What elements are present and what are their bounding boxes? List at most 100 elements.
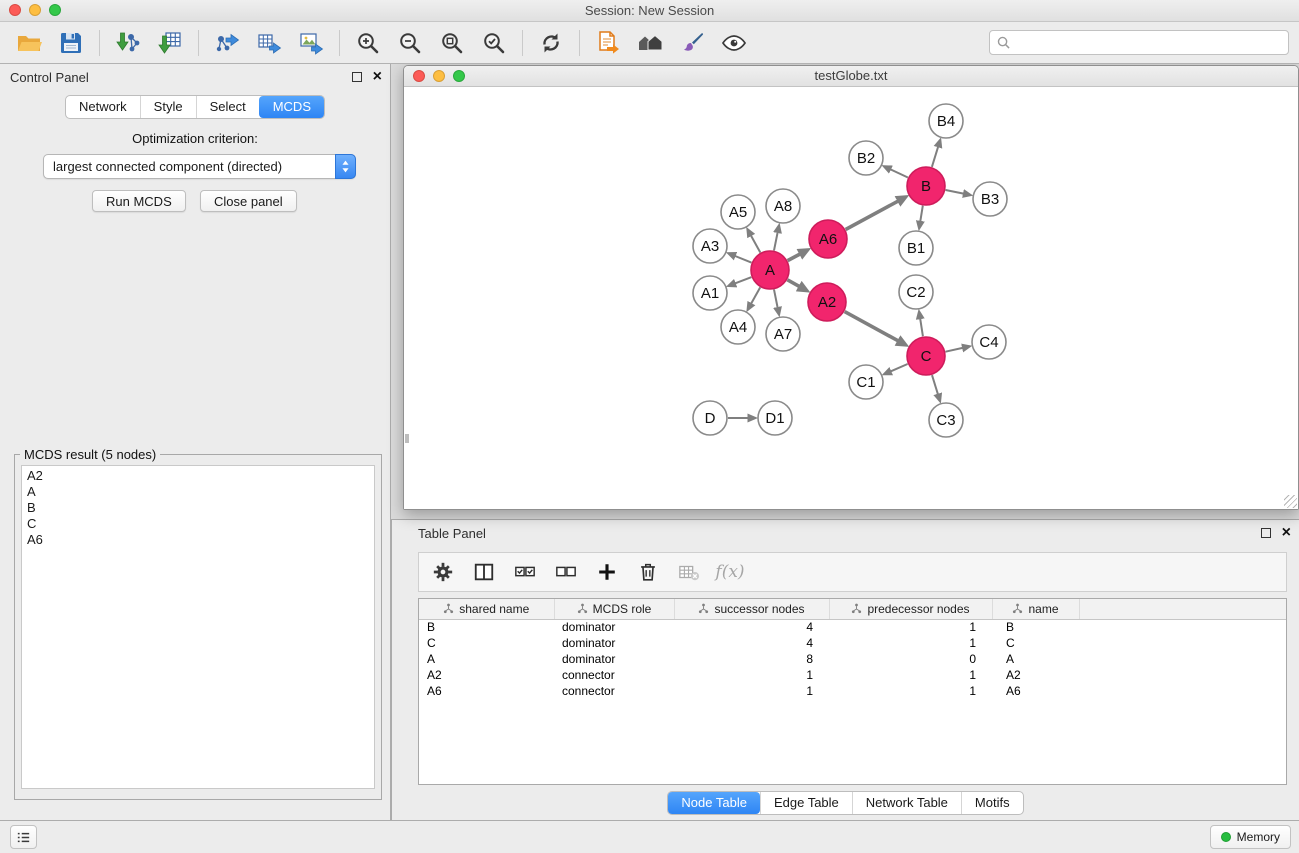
edge-B-B3[interactable] (946, 190, 964, 194)
edge-A2-C[interactable] (845, 312, 898, 341)
edge-A-A2[interactable] (787, 280, 799, 287)
deselect-all-button[interactable] (548, 556, 584, 588)
table-cell[interactable]: 4 (674, 635, 829, 651)
column-header[interactable]: shared name (419, 599, 554, 619)
edge-C-C1[interactable] (891, 364, 908, 371)
edge-A-A7[interactable] (774, 290, 778, 308)
export-network-button[interactable] (206, 24, 248, 62)
table-cell[interactable]: dominator (554, 635, 674, 651)
table-row[interactable]: A6connector11A6 (419, 683, 1286, 699)
network-close-button[interactable] (413, 70, 425, 82)
tab-edge-table[interactable]: Edge Table (760, 792, 852, 814)
toggle-details-button[interactable] (713, 24, 755, 62)
node-A4[interactable]: A4 (721, 310, 755, 344)
table-cell[interactable]: B (992, 619, 1079, 635)
node-C1[interactable]: C1 (849, 365, 883, 399)
tab-node-table[interactable]: Node Table (668, 792, 760, 814)
node-B[interactable]: B (907, 167, 945, 205)
edge-A-A3[interactable] (735, 256, 751, 263)
edge-A6-B[interactable] (846, 201, 898, 229)
table-cell[interactable]: dominator (554, 651, 674, 667)
mcds-result-item[interactable]: A2 (22, 468, 374, 484)
table-cell[interactable]: A2 (419, 667, 554, 683)
node-C[interactable]: C (907, 337, 945, 375)
node-A5[interactable]: A5 (721, 195, 755, 229)
search-box[interactable] (989, 30, 1289, 55)
network-window-titlebar[interactable]: testGlobe.txt (404, 66, 1298, 87)
close-window-button[interactable] (9, 4, 21, 16)
mcds-result-item[interactable]: B (22, 500, 374, 516)
table-cell[interactable]: 1 (674, 667, 829, 683)
table-cell[interactable]: A2 (992, 667, 1079, 683)
tab-style[interactable]: Style (140, 96, 196, 118)
mcds-result-item[interactable]: C (22, 516, 374, 532)
resize-grip[interactable] (1284, 495, 1297, 508)
node-D1[interactable]: D1 (758, 401, 792, 435)
memory-button[interactable]: Memory (1210, 825, 1291, 849)
table-cell[interactable]: A6 (992, 683, 1079, 699)
node-B2[interactable]: B2 (849, 141, 883, 175)
network-zoom-button[interactable] (453, 70, 465, 82)
table-cell[interactable]: 0 (829, 651, 992, 667)
search-input[interactable] (1015, 35, 1281, 50)
node-B3[interactable]: B3 (973, 182, 1007, 216)
edge-B-B2[interactable] (891, 169, 908, 177)
table-row[interactable]: Adominator80A (419, 651, 1286, 667)
column-header[interactable]: name (992, 599, 1079, 619)
table-cell[interactable]: 1 (674, 683, 829, 699)
tab-mcds[interactable]: MCDS (259, 96, 324, 118)
edge-A-A4[interactable] (751, 287, 760, 303)
table-row[interactable]: A2connector11A2 (419, 667, 1286, 683)
node-C4[interactable]: C4 (972, 325, 1006, 359)
add-row-button[interactable] (589, 556, 625, 588)
tab-network-table[interactable]: Network Table (852, 792, 961, 814)
minimize-window-button[interactable] (29, 4, 41, 16)
import-network-button[interactable] (107, 24, 149, 62)
table-cell[interactable]: A (992, 651, 1079, 667)
task-history-button[interactable] (10, 825, 37, 849)
node-A7[interactable]: A7 (766, 317, 800, 351)
edge-A-A8[interactable] (774, 233, 778, 251)
delete-row-button[interactable] (630, 556, 666, 588)
mcds-result-item[interactable]: A6 (22, 532, 374, 548)
table-row[interactable]: Cdominator41C (419, 635, 1286, 651)
open-document-button[interactable] (587, 24, 629, 62)
table-cell[interactable]: 8 (674, 651, 829, 667)
edge-A-A1[interactable] (735, 277, 751, 283)
edge-B-B1[interactable] (920, 206, 923, 222)
open-file-button[interactable] (8, 24, 50, 62)
close-panel-button[interactable]: Close panel (200, 190, 297, 212)
table-cell[interactable]: B (419, 619, 554, 635)
node-A8[interactable]: A8 (766, 189, 800, 223)
node-B4[interactable]: B4 (929, 104, 963, 138)
table-cell[interactable]: 1 (829, 635, 992, 651)
apply-layout-button[interactable] (530, 24, 572, 62)
edge-B-B4[interactable] (932, 147, 938, 167)
run-mcds-button[interactable]: Run MCDS (92, 190, 186, 212)
node-A1[interactable]: A1 (693, 276, 727, 310)
edge-A-A5[interactable] (751, 236, 760, 253)
mcds-result-item[interactable]: A (22, 484, 374, 500)
home-button[interactable] (629, 24, 671, 62)
column-header[interactable]: predecessor nodes (829, 599, 992, 619)
node-A2[interactable]: A2 (808, 283, 846, 321)
node-C2[interactable]: C2 (899, 275, 933, 309)
node-A6[interactable]: A6 (809, 220, 847, 258)
edge-C-C3[interactable] (932, 375, 938, 394)
tab-select[interactable]: Select (196, 96, 259, 118)
table-cell[interactable]: A (419, 651, 554, 667)
table-cell[interactable]: C (419, 635, 554, 651)
float-panel-icon[interactable] (352, 72, 362, 82)
zoom-window-button[interactable] (49, 4, 61, 16)
zoom-out-button[interactable] (389, 24, 431, 62)
clear-cells-button[interactable] (671, 556, 707, 588)
column-header[interactable]: successor nodes (674, 599, 829, 619)
node-C3[interactable]: C3 (929, 403, 963, 437)
save-session-button[interactable] (50, 24, 92, 62)
table-cell[interactable]: dominator (554, 619, 674, 635)
edge-C-C4[interactable] (946, 348, 963, 352)
table-cell[interactable]: 1 (829, 619, 992, 635)
columns-button[interactable] (466, 556, 502, 588)
table-cell[interactable]: A6 (419, 683, 554, 699)
edge-A-A6[interactable] (788, 254, 800, 261)
